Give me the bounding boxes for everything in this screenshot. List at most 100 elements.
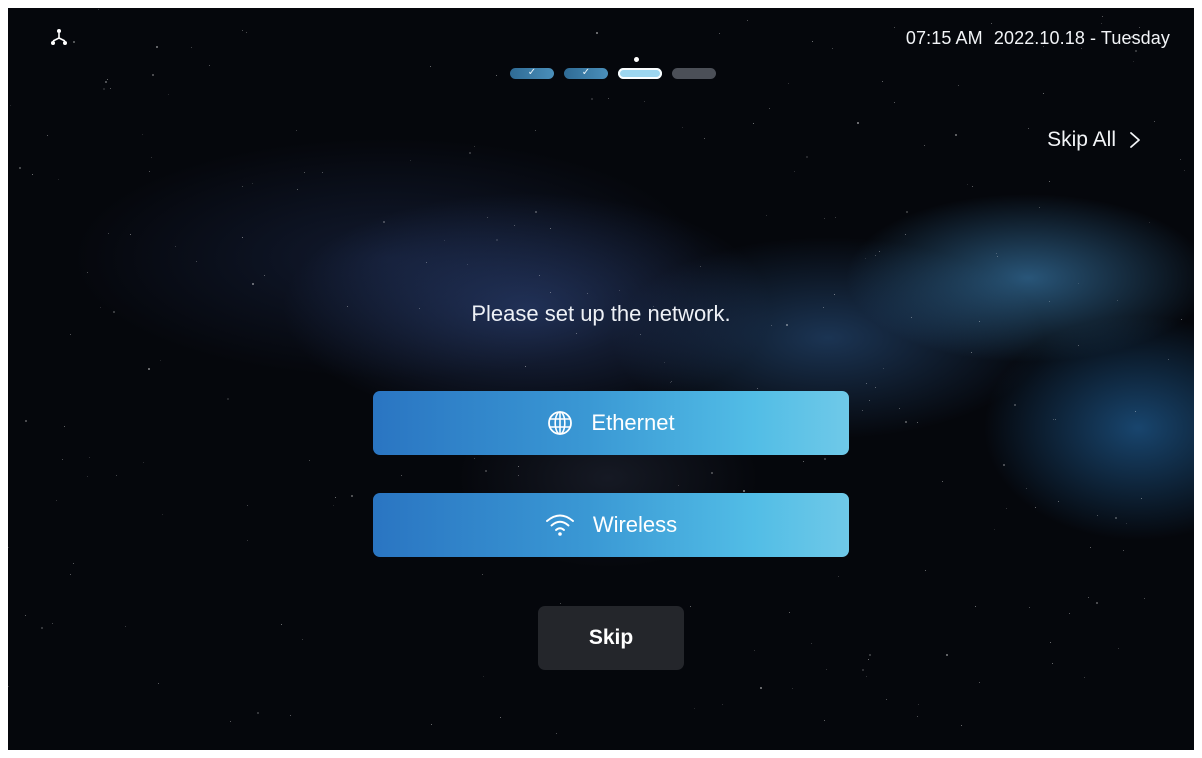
star-particle	[878, 251, 880, 253]
star-particle	[534, 210, 537, 213]
star-particle	[789, 612, 791, 613]
star-particle	[1027, 127, 1029, 129]
star-particle	[241, 186, 243, 188]
star-particle	[467, 263, 469, 265]
star-particle	[1058, 500, 1060, 502]
star-particle	[196, 261, 198, 263]
check-icon: ✓	[527, 67, 537, 78]
star-particle	[252, 282, 255, 285]
star-particle	[917, 716, 919, 718]
star-particle	[425, 261, 427, 263]
star-particle	[517, 466, 519, 468]
skip-all-button[interactable]: Skip All	[1047, 128, 1142, 152]
star-particle	[694, 707, 696, 709]
star-particle	[304, 172, 306, 174]
star-particle	[167, 94, 169, 96]
star-particle	[971, 186, 973, 188]
star-particle	[1133, 61, 1135, 63]
skip-button[interactable]: Skip	[538, 606, 684, 670]
star-particle	[591, 97, 594, 100]
wireless-label: Wireless	[592, 512, 678, 537]
ethernet-label: Ethernet	[591, 410, 675, 435]
star-particle	[924, 144, 926, 146]
star-particle	[967, 184, 969, 186]
star-particle	[618, 290, 620, 292]
star-particle	[978, 681, 980, 683]
star-particle	[9, 105, 11, 106]
star-particle	[689, 605, 691, 607]
star-particle	[8, 685, 10, 687]
ethernet-button[interactable]: Ethernet	[373, 391, 849, 455]
star-particle	[89, 457, 91, 459]
star-particle	[766, 214, 768, 216]
star-particle	[1029, 606, 1031, 608]
star-particle	[756, 387, 758, 389]
star-particle	[1118, 648, 1120, 650]
star-particle	[824, 458, 827, 461]
network-topology-icon	[51, 29, 67, 45]
star-particle	[444, 240, 446, 242]
star-particle	[1153, 120, 1155, 122]
star-particle	[241, 29, 243, 31]
star-particle	[474, 146, 476, 147]
star-particle	[1097, 514, 1099, 516]
star-particle	[993, 528, 995, 530]
star-particle	[289, 715, 291, 717]
star-particle	[955, 133, 958, 136]
star-particle	[753, 123, 755, 125]
star-particle	[263, 274, 265, 276]
star-particle	[539, 274, 541, 276]
star-particle	[835, 216, 837, 218]
star-particle	[711, 471, 714, 474]
star-particle	[110, 87, 112, 89]
setup-progress-steps: ✓ ✓	[510, 67, 720, 82]
star-particle	[837, 575, 839, 577]
star-particle	[1134, 49, 1137, 52]
progress-step-2-done: ✓	[564, 67, 608, 79]
star-particle	[1054, 419, 1056, 421]
progress-step-3-current	[618, 68, 662, 79]
star-particle	[104, 81, 107, 84]
check-icon: ✓	[581, 67, 591, 78]
star-particle	[882, 80, 884, 82]
star-particle	[825, 668, 827, 670]
star-particle	[107, 79, 109, 81]
star-particle	[175, 245, 177, 247]
star-particle	[108, 233, 110, 235]
star-particle	[1026, 488, 1028, 490]
star-particle	[535, 130, 537, 132]
star-particle	[142, 134, 144, 136]
star-particle	[209, 65, 211, 67]
star-particle	[430, 66, 432, 68]
star-particle	[721, 704, 723, 706]
star-particle	[246, 31, 248, 33]
star-particle	[823, 720, 825, 722]
star-particle	[351, 495, 354, 498]
status-datetime: 07:15 AM 2022.10.18 - Tuesday	[906, 28, 1170, 49]
star-particle	[1043, 93, 1045, 95]
star-particle	[1053, 419, 1055, 421]
star-particle	[882, 368, 884, 370]
star-particle	[970, 351, 972, 353]
star-particle	[996, 255, 998, 257]
star-particle	[862, 669, 865, 672]
setup-screen: 07:15 AM 2022.10.18 - Tuesday ✓ ✓ Skip A…	[8, 8, 1194, 750]
star-particle	[957, 85, 959, 87]
star-particle	[151, 157, 153, 159]
star-particle	[247, 540, 249, 542]
wireless-button[interactable]: Wireless	[373, 493, 849, 557]
star-particle	[1090, 546, 1092, 548]
star-particle	[410, 159, 412, 161]
star-particle	[32, 174, 34, 176]
star-particle	[500, 716, 502, 718]
star-particle	[700, 266, 702, 268]
star-particle	[97, 9, 99, 11]
star-particle	[473, 457, 475, 459]
star-particle	[549, 227, 551, 229]
star-particle	[905, 233, 907, 235]
star-particle	[643, 100, 645, 102]
chevron-right-icon	[1130, 132, 1140, 148]
skip-label: Skip	[588, 626, 634, 649]
star-particle	[704, 138, 706, 140]
star-particle	[1140, 498, 1142, 500]
